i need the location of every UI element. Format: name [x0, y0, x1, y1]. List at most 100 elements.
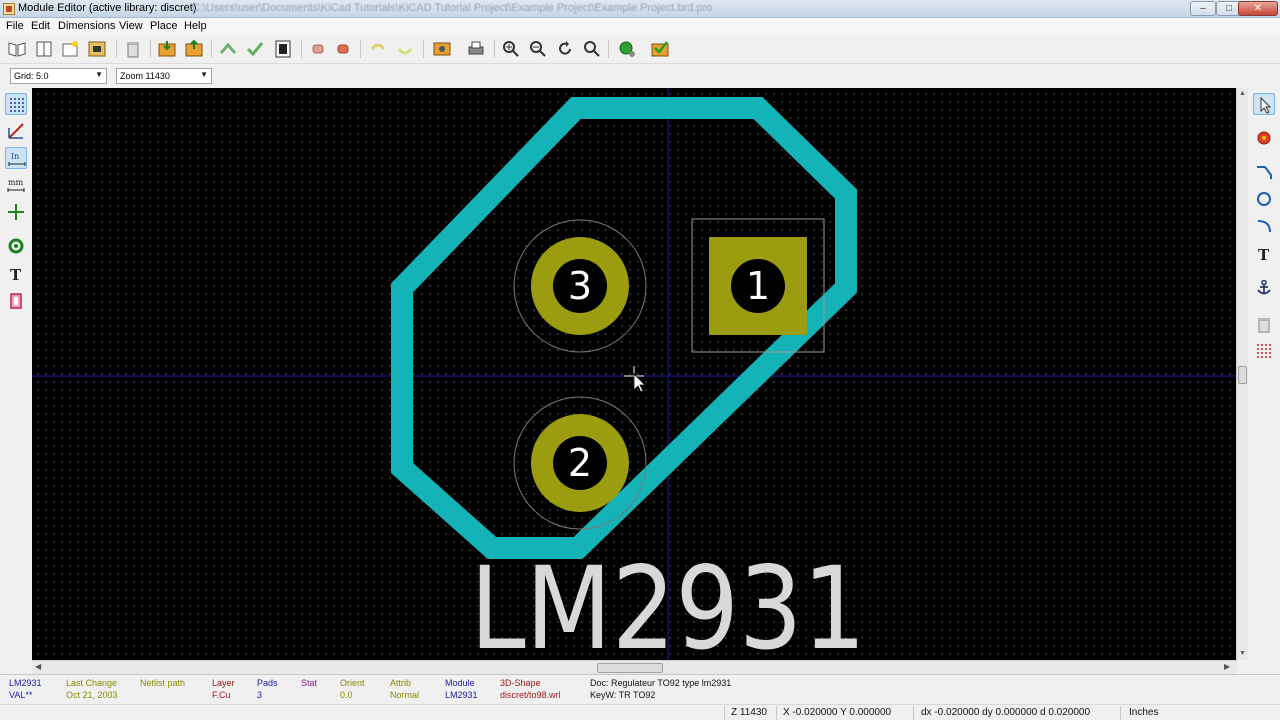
zoom-in-icon[interactable] [501, 39, 521, 59]
show-pads-sketch-icon [8, 238, 24, 254]
delete-part-icon[interactable] [123, 39, 143, 59]
chevron-down-icon: ▼ [200, 70, 208, 79]
pad-grid-button[interactable] [1253, 340, 1275, 362]
menu-place[interactable]: Place [150, 20, 178, 32]
cursor-shape-button[interactable] [5, 201, 27, 223]
chevron-down-icon: ▼ [95, 70, 103, 79]
toggle-grid-button[interactable] [5, 93, 27, 115]
scroll-left-icon[interactable]: ◀ [35, 662, 41, 671]
polar-coords-button[interactable] [5, 120, 27, 142]
add-arc-icon [1257, 220, 1271, 233]
select-tool-button[interactable] [1253, 93, 1275, 115]
print-icon[interactable] [466, 39, 486, 59]
inch-units-icon: In [8, 152, 26, 166]
anchor-button[interactable] [1253, 277, 1275, 299]
close-button[interactable]: ✕ [1238, 1, 1278, 16]
pad-settings-icon[interactable] [308, 39, 328, 59]
vertical-scrollbar[interactable]: ▲ ▼ [1236, 88, 1248, 660]
svg-text:T: T [1258, 246, 1270, 263]
edges-sketch-button[interactable] [5, 290, 27, 312]
mouse-pointer-icon [633, 373, 646, 393]
msg-header-0: LM2931 [9, 678, 42, 688]
reference-text[interactable]: LM2931 [470, 542, 866, 660]
set-anchor-icon[interactable] [617, 39, 637, 59]
export-module-icon[interactable] [184, 39, 204, 59]
status-zoom: Z 11430 [731, 707, 767, 718]
undo-icon[interactable] [368, 39, 388, 59]
module-properties-icon[interactable] [273, 39, 293, 59]
load-module-icon[interactable] [87, 39, 107, 59]
status-units: Inches [1129, 707, 1159, 718]
pad-2-number: 2 [568, 441, 592, 485]
pad-global-icon[interactable] [333, 39, 353, 59]
select-arrow-icon [1260, 96, 1272, 114]
polar-coords-icon [8, 123, 24, 139]
window-path: C:\Users\user\Documents\KiCad Tutorials\… [192, 2, 713, 14]
svg-text:mm: mm [8, 178, 24, 187]
mm-units-button[interactable]: mm [5, 174, 27, 196]
select-library-icon[interactable] [7, 39, 27, 59]
add-circle-button[interactable] [1253, 188, 1275, 210]
left-toolbar: In mm T [0, 88, 32, 663]
inch-units-button[interactable]: In [5, 147, 27, 169]
add-line-button[interactable] [1253, 161, 1275, 183]
menu-file[interactable]: File [6, 20, 24, 32]
add-pad-button[interactable] [1253, 127, 1275, 149]
add-text-button[interactable]: T [1253, 243, 1275, 265]
svg-text:T: T [10, 266, 22, 283]
new-module-icon[interactable] [60, 39, 80, 59]
add-line-icon [1257, 166, 1272, 179]
msg-doc: Doc: Regulateur TO92 type lm2931 [590, 678, 732, 688]
msg-header-3: Layer [212, 678, 235, 688]
msg-value-6: 0.0 [340, 690, 353, 700]
footprint-canvas[interactable]: 1 3 2 LM2931 [32, 88, 1237, 660]
horizontal-scroll-thumb[interactable] [597, 663, 663, 673]
menu-help[interactable]: Help [184, 20, 207, 32]
text-sketch-icon: T [10, 266, 22, 283]
title-bar: Module Editor (active library: discret) … [0, 0, 1280, 18]
minimize-button[interactable]: – [1190, 1, 1216, 16]
horizontal-scrollbar[interactable]: ◀ ▶ [32, 660, 1237, 674]
import-module-icon[interactable] [157, 39, 177, 59]
menu-view[interactable]: View [119, 20, 143, 32]
menu-dimensions[interactable]: Dimensions [58, 20, 115, 32]
grid-select[interactable]: Grid: 5.0 ▼ [10, 68, 107, 84]
zoom-out-icon[interactable] [528, 39, 548, 59]
options-bar: Grid: 5.0 ▼ Zoom 11430 ▼ [0, 64, 1280, 88]
text-sketch-button[interactable]: T [5, 263, 27, 285]
redo-icon[interactable] [395, 39, 415, 59]
vertical-scroll-thumb[interactable] [1238, 366, 1247, 384]
scroll-down-icon[interactable]: ▼ [1239, 650, 1246, 657]
add-circle-icon [1257, 192, 1271, 206]
msg-value-9: discret/to98.wrl [500, 690, 561, 700]
delete-tool-button[interactable] [1253, 313, 1275, 335]
zoom-select[interactable]: Zoom 11430 ▼ [116, 68, 212, 84]
scroll-right-icon[interactable]: ▶ [1224, 662, 1230, 671]
insert-into-board-icon[interactable] [245, 39, 265, 59]
add-text-icon: T [1258, 246, 1270, 263]
redraw-icon[interactable] [555, 39, 575, 59]
kicad-app-icon [3, 3, 15, 15]
check-footprint-icon[interactable] [650, 39, 670, 59]
zoom-fit-icon[interactable] [582, 39, 602, 59]
msg-header-7: Attrib [390, 678, 412, 688]
menu-edit[interactable]: Edit [31, 20, 50, 32]
msg-value-1: Oct 21, 2003 [66, 690, 118, 700]
status-bar: Z 11430 X -0.020000 Y 0.000000 dx -0.020… [0, 704, 1280, 720]
delete-icon [1258, 318, 1270, 333]
show-pads-sketch-button[interactable] [5, 235, 27, 257]
load-from-board-icon[interactable] [218, 39, 238, 59]
pad-1-number: 1 [746, 264, 770, 308]
pad-grid-icon [1257, 344, 1271, 358]
new-library-icon[interactable] [34, 39, 54, 59]
msg-value-4: 3 [257, 690, 263, 700]
edges-sketch-icon [10, 293, 22, 309]
module-settings-icon[interactable] [432, 39, 452, 59]
status-xy: X -0.020000 Y 0.000000 [783, 707, 892, 718]
grid-icon [10, 98, 24, 112]
msg-value-3: F.Cu [212, 690, 231, 700]
zoom-select-value: Zoom 11430 [120, 71, 170, 81]
scroll-up-icon[interactable]: ▲ [1239, 90, 1246, 97]
add-arc-button[interactable] [1253, 215, 1275, 237]
mm-units-icon: mm [7, 178, 25, 192]
